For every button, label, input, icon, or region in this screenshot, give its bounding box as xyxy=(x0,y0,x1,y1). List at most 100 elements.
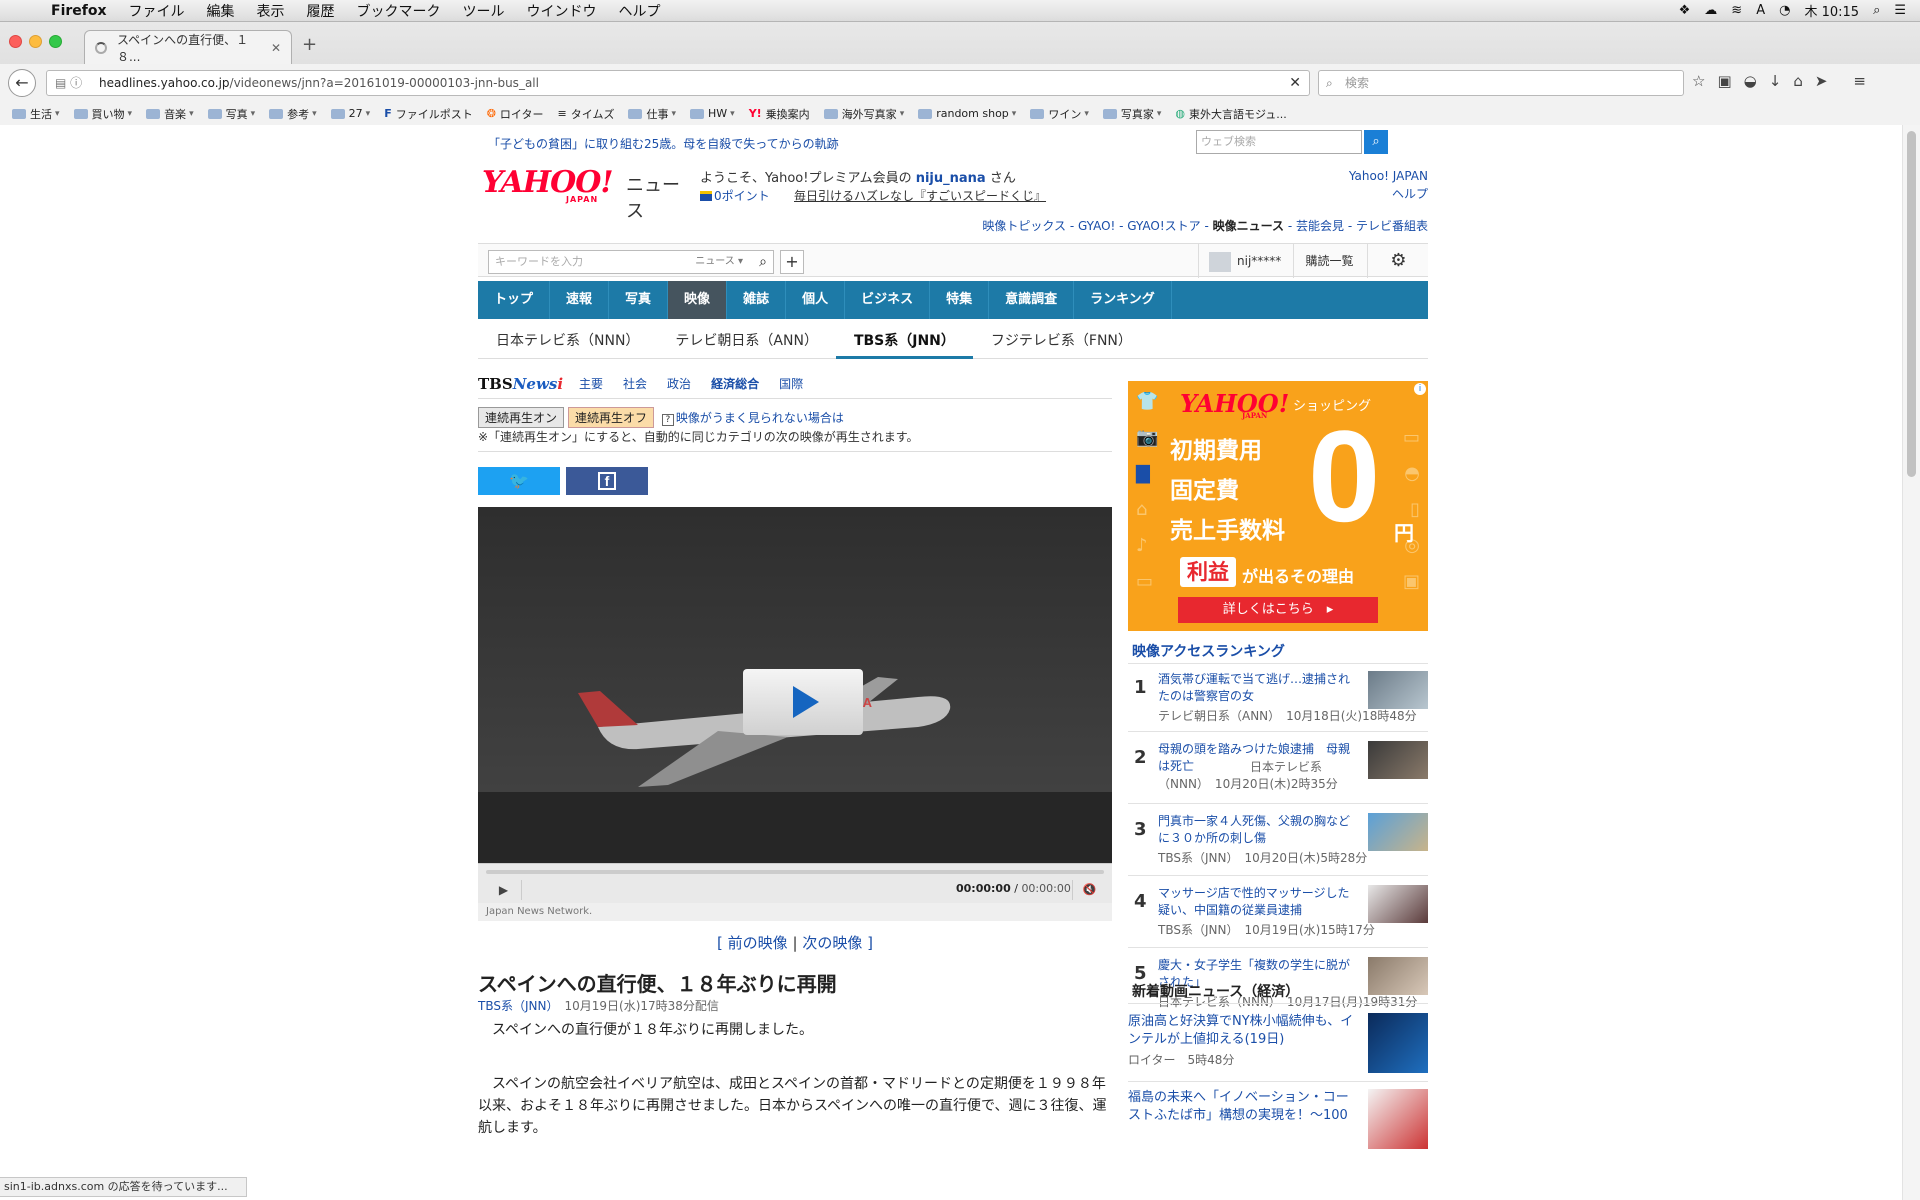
ranking-thumbnail[interactable] xyxy=(1368,885,1428,923)
scrollbar-thumb[interactable] xyxy=(1907,131,1916,477)
menu-edit[interactable]: 編集 xyxy=(196,1,246,21)
progress-bar[interactable] xyxy=(486,870,1104,874)
article-source-link[interactable]: TBS系（JNN） xyxy=(478,999,552,1013)
dropbox-icon[interactable]: ❖ xyxy=(1679,3,1691,18)
ranking-thumbnail[interactable] xyxy=(1368,957,1428,995)
bookmark-star-icon[interactable]: ☆ xyxy=(1692,72,1705,90)
playback-help-link[interactable]: ? 映像がうまく見られない場合は xyxy=(661,411,844,426)
bookmark-link[interactable]: ◍ 東外大言語モジュ... xyxy=(1175,106,1286,122)
stop-loading-icon[interactable]: ✕ xyxy=(1289,71,1301,95)
tbs-cat-politics[interactable]: 政治 xyxy=(667,375,691,392)
close-tab-icon[interactable]: ✕ xyxy=(271,41,281,55)
tbs-cat-main[interactable]: 主要 xyxy=(579,375,603,392)
bookmark-folder[interactable]: 写真家 ▾ xyxy=(1102,106,1161,122)
wifi-signal-icon[interactable]: ◔ xyxy=(1779,3,1790,18)
bookmark-folder[interactable]: 仕事 ▾ xyxy=(628,106,676,122)
spotlight-icon[interactable]: ⌕ xyxy=(1873,3,1880,18)
bookmark-folder[interactable]: 生活 ▾ xyxy=(12,106,60,122)
home-icon[interactable]: ⌂ xyxy=(1793,72,1803,90)
tab-active[interactable]: スペインへの直行便、１８... ✕ xyxy=(84,30,292,64)
ranking-item-title[interactable]: 酒気帯び運転で当て逃げ…逮捕されたのは警察官の女 xyxy=(1158,671,1358,705)
page-info-icon[interactable]: ▤ ⓘ xyxy=(55,71,82,95)
facebook-share-button[interactable]: f xyxy=(566,467,648,495)
bookmark-folder[interactable]: 参考 ▾ xyxy=(269,106,317,122)
wifi-icon[interactable]: ≋ xyxy=(1731,3,1742,18)
share-icon[interactable]: ➤ xyxy=(1815,72,1828,90)
reading-list-icon[interactable]: ▣ xyxy=(1717,72,1731,90)
notification-center-icon[interactable]: ☰ xyxy=(1894,3,1906,18)
close-window-icon[interactable] xyxy=(9,35,22,48)
ranking-item-title[interactable]: マッサージ店で性的マッサージした疑い、中国籍の従業員逮捕 xyxy=(1158,885,1358,919)
web-search-input[interactable]: ウェブ検索 xyxy=(1196,130,1362,154)
help-link[interactable]: ヘルプ xyxy=(1392,187,1428,201)
add-button[interactable]: + xyxy=(780,250,804,274)
ranking-item-title[interactable]: 門真市一家４人死傷、父親の胸などに３０か所の刺し傷 xyxy=(1158,813,1358,847)
bookmark-link[interactable]: F ファイルポスト xyxy=(384,106,473,122)
minimize-window-icon[interactable] xyxy=(29,35,42,48)
bookmark-folder[interactable]: ワイン ▾ xyxy=(1030,106,1089,122)
promo-link[interactable]: 「子どもの貧困」に取り組む25歳。母を自殺で失ってからの軌跡 xyxy=(488,135,839,152)
mute-icon[interactable]: 🔇 xyxy=(1072,880,1106,900)
user-name[interactable]: nij***** xyxy=(1237,254,1281,268)
autoplay-on-button[interactable]: 連続再生オン xyxy=(478,407,565,428)
ad-cta-button[interactable]: 詳しくはこちら ▸ xyxy=(1178,597,1378,623)
bookmark-folder[interactable]: HW ▾ xyxy=(690,107,735,120)
ranking-item[interactable]: 4 マッサージ店で性的マッサージした疑い、中国籍の従業員逮捕 TBS系（JNN）… xyxy=(1128,885,1428,955)
link-video-topics[interactable]: 映像トピックス xyxy=(982,219,1066,233)
next-video-link[interactable]: 次の映像 xyxy=(802,934,862,952)
tbs-cat-international[interactable]: 国際 xyxy=(779,375,803,392)
ranking-item[interactable]: 3 門真市一家４人死傷、父親の胸などに３０か所の刺し傷 TBS系（JNN） 10… xyxy=(1128,813,1428,883)
user-link[interactable]: niju_nana xyxy=(916,171,986,186)
menu-app[interactable]: Firefox xyxy=(40,3,118,19)
search-category-select[interactable]: ニュース ▾ xyxy=(695,251,743,273)
link-gyao-store[interactable]: GYAO!ストア xyxy=(1127,219,1200,233)
tab-jnn[interactable]: TBS系（JNN） xyxy=(835,323,973,359)
bookmark-folder[interactable]: 音楽 ▾ xyxy=(146,106,194,122)
new-video-item[interactable]: 原油高と好決算でNY株小幅続伸も、インテルが上値抑える(19日) ロイター 5時… xyxy=(1128,1013,1428,1079)
input-method-icon[interactable]: A xyxy=(1756,3,1765,18)
tab-ann[interactable]: テレビ朝日系（ANN） xyxy=(657,323,836,359)
menu-bookmarks[interactable]: ブックマーク xyxy=(346,1,452,21)
bookmark-folder[interactable]: 海外写真家 ▾ xyxy=(823,106,904,122)
menu-window[interactable]: ウインドウ xyxy=(516,1,608,21)
bookmark-folder[interactable]: random shop ▾ xyxy=(918,107,1016,120)
menu-file[interactable]: ファイル xyxy=(118,1,196,21)
nav-breaking[interactable]: 速報 xyxy=(550,281,610,319)
nav-ranking[interactable]: ランキング xyxy=(1074,281,1172,319)
nav-magazine[interactable]: 雑誌 xyxy=(727,281,787,319)
nav-feature[interactable]: 特集 xyxy=(930,281,990,319)
nav-business[interactable]: ビジネス xyxy=(845,281,931,319)
shopping-ad[interactable]: 👕 📷 ▇ ⌂ ♪ ▭ ▭ ◓ ▯ ◎ ▣ YAHOO! JAPAN ショッピング… xyxy=(1128,381,1428,631)
ranking-thumbnail[interactable] xyxy=(1368,671,1428,709)
bookmark-link[interactable]: ❂ ロイター xyxy=(487,106,544,122)
new-video-title[interactable]: 原油高と好決算でNY株小幅続伸も、インテルが上値抑える(19日) xyxy=(1128,1013,1358,1049)
menu-view[interactable]: 表示 xyxy=(246,1,296,21)
nav-video[interactable]: 映像 xyxy=(668,281,728,319)
nav-photo[interactable]: 写真 xyxy=(609,281,669,319)
autoplay-off-button[interactable]: 連続再生オフ xyxy=(568,407,655,428)
play-button[interactable] xyxy=(743,669,863,735)
tbs-cat-economy[interactable]: 経済総合 xyxy=(711,375,759,392)
link-entertainment[interactable]: 芸能会見 xyxy=(1296,219,1344,233)
menu-history[interactable]: 履歴 xyxy=(296,1,346,21)
new-video-title[interactable]: 福島の未来へ「イノベーション・コーストふたば市」構想の実現を！〜100 xyxy=(1128,1089,1358,1125)
tbs-cat-society[interactable]: 社会 xyxy=(623,375,647,392)
menu-help[interactable]: ヘルプ xyxy=(608,1,672,21)
bookmark-link[interactable]: ≡ タイムズ xyxy=(557,106,614,122)
new-video-item[interactable]: 福島の未来へ「イノベーション・コーストふたば市」構想の実現を！〜100 xyxy=(1128,1089,1428,1155)
yahoo-news-logo[interactable]: YAHOO! JAPAN ニュース xyxy=(482,165,688,222)
subscriptions-button[interactable]: 購読一覧 xyxy=(1293,244,1365,278)
video-player[interactable]: IBERIA xyxy=(478,507,1112,863)
gear-icon[interactable]: ⚙ xyxy=(1367,244,1429,278)
tab-fnn[interactable]: フジテレビ系（FNN） xyxy=(973,323,1150,359)
bookmark-folder[interactable]: 写真 ▾ xyxy=(207,106,255,122)
back-button[interactable]: ← xyxy=(8,69,36,97)
yahoo-japan-link[interactable]: Yahoo! JAPAN xyxy=(1349,169,1428,183)
page-scrollbar[interactable] xyxy=(1902,125,1920,1200)
clock[interactable]: 木 10:15 xyxy=(1804,1,1859,20)
menu-tools[interactable]: ツール xyxy=(452,1,516,21)
nav-top[interactable]: トップ xyxy=(478,281,551,319)
hamburger-menu-icon[interactable]: ≡ xyxy=(1853,72,1866,90)
web-search-button[interactable]: ⌕ xyxy=(1364,130,1388,154)
link-gyao[interactable]: GYAO! xyxy=(1078,219,1115,233)
